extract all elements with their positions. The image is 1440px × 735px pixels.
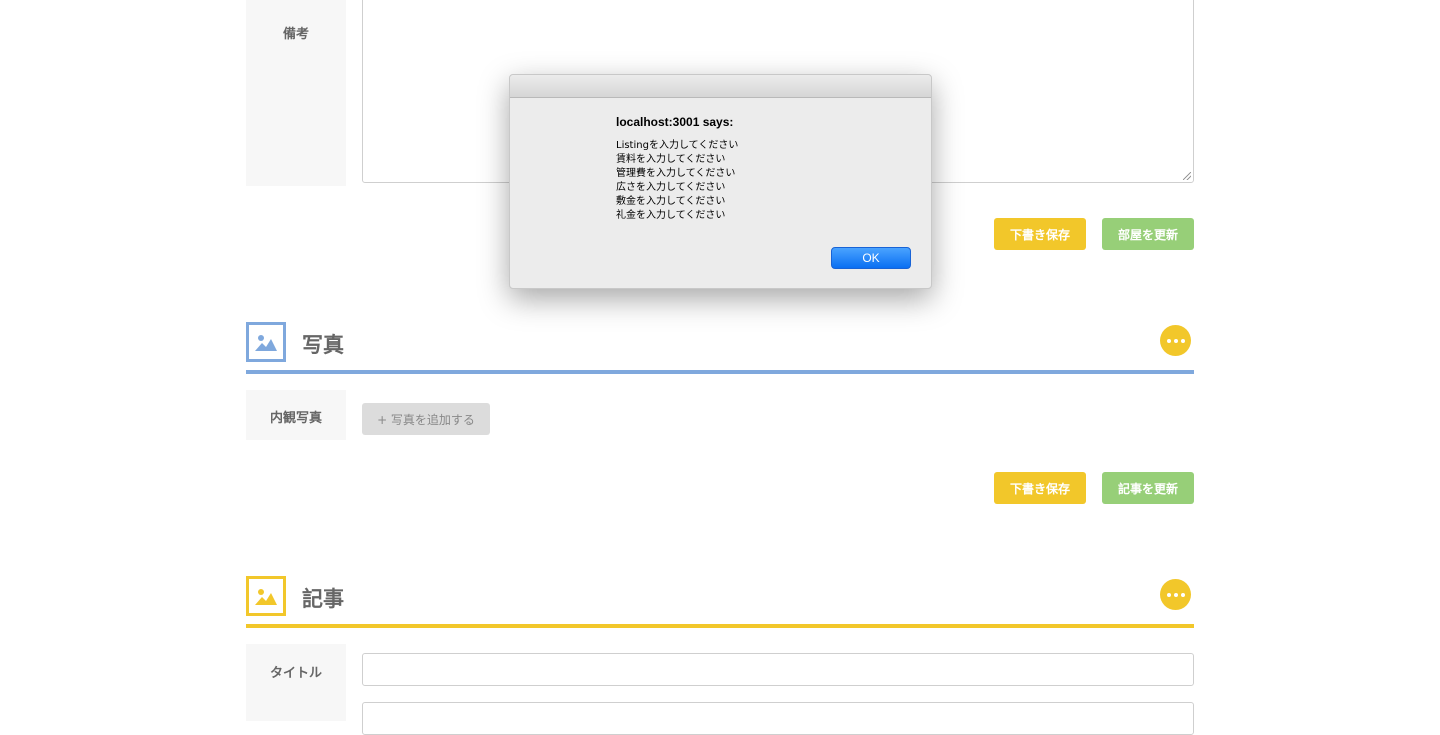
title-label: タイトル: [269, 666, 322, 681]
more-dot-icon: [1173, 338, 1178, 343]
save-draft-button[interactable]: 下書き保存: [994, 472, 1086, 504]
article-second-input[interactable]: [362, 702, 1194, 735]
interior-photo-label-cell: 内観写真: [246, 390, 346, 440]
more-dot-icon: [1180, 592, 1185, 597]
ok-button[interactable]: OK: [831, 247, 911, 269]
more-options-button[interactable]: [1160, 579, 1191, 610]
photos-section-divider: [246, 370, 1194, 374]
dialog-message: Listingを入力してください 賃料を入力してください 管理費を入力してくださ…: [616, 139, 738, 223]
title-input[interactable]: [362, 653, 1194, 686]
dialog-titlebar[interactable]: [510, 75, 931, 98]
dialog-message-line: 広さを入力してください: [616, 182, 726, 193]
notes-label-cell: 備考: [246, 0, 346, 186]
add-photo-button[interactable]: + 写真を追加する: [362, 403, 490, 435]
more-options-button[interactable]: [1160, 325, 1191, 356]
notes-label: 備考: [282, 27, 309, 42]
dialog-title: localhost:3001 says:: [616, 115, 734, 129]
dialog-message-line: 管理費を入力してください: [616, 168, 736, 179]
update-article-button[interactable]: 記事を更新: [1102, 472, 1194, 504]
dialog-message-line: 賃料を入力してください: [616, 154, 726, 165]
more-dot-icon: [1166, 338, 1171, 343]
photos-section-title: 写真: [302, 333, 344, 357]
update-room-button[interactable]: 部屋を更新: [1102, 218, 1194, 250]
image-icon: [246, 322, 286, 362]
more-dot-icon: [1173, 592, 1178, 597]
image-icon: [246, 576, 286, 616]
more-dot-icon: [1166, 592, 1171, 597]
more-dot-icon: [1180, 338, 1185, 343]
article-section-divider: [246, 624, 1194, 628]
alert-dialog: localhost:3001 says: Listingを入力してください 賃料…: [509, 74, 932, 289]
resize-grip-icon[interactable]: [1183, 172, 1191, 180]
interior-photo-label: 内観写真: [269, 411, 322, 426]
title-label-cell: タイトル: [246, 644, 346, 721]
dialog-message-line: 敷金を入力してください: [616, 196, 726, 207]
dialog-message-line: 礼金を入力してください: [616, 210, 726, 221]
article-section-title: 記事: [302, 587, 344, 611]
dialog-message-line: Listingを入力してください: [616, 140, 739, 151]
save-draft-button[interactable]: 下書き保存: [994, 218, 1086, 250]
